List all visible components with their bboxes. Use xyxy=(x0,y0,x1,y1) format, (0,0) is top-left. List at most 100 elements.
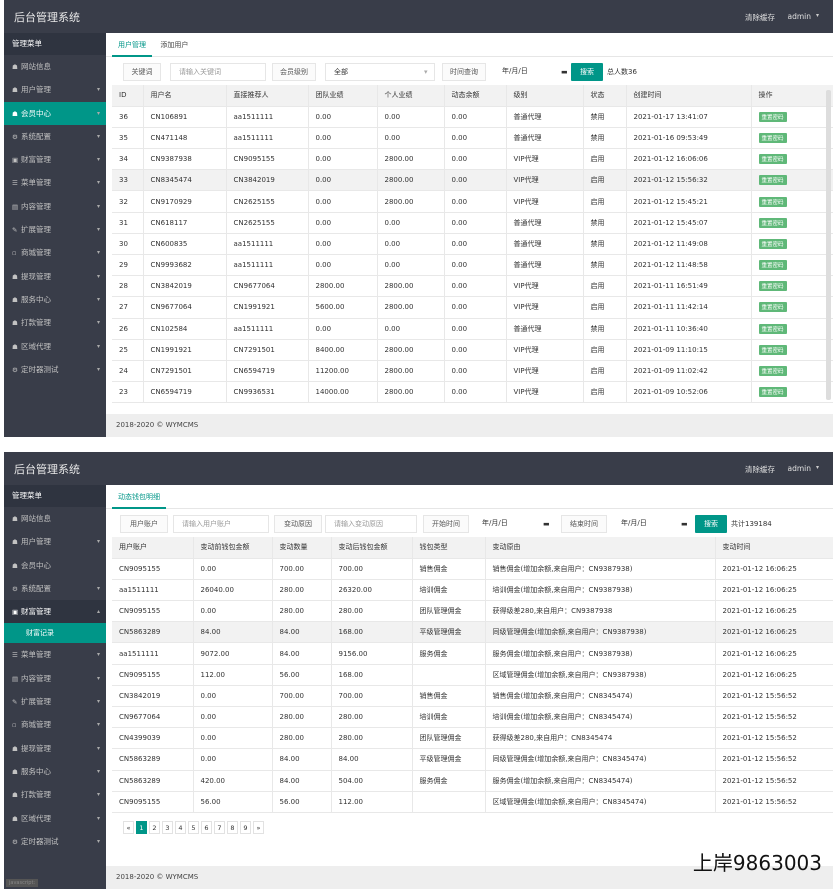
sidebar-item[interactable]: ☗ 区域代理 ▾ xyxy=(4,807,106,830)
reset-password-button[interactable]: 重置密码 xyxy=(758,387,787,398)
table-cell: 0.00 xyxy=(307,233,377,256)
sidebar-item[interactable]: ☗ 会员中心 xyxy=(4,554,106,577)
table-row: 24 CN7291501 CN6594719 11200.00 2800.00 0.00 V… xyxy=(112,360,833,383)
search-button[interactable]: 搜索 xyxy=(571,63,603,81)
sidebar-item[interactable]: ☗ 用户管理 ▾ xyxy=(4,530,106,553)
table-cell: 28 xyxy=(112,275,143,298)
table-cell: 普通代理 xyxy=(505,318,583,340)
table-cell: 23 xyxy=(112,381,143,404)
reset-password-button[interactable]: 重置密码 xyxy=(758,281,787,292)
sidebar-item[interactable]: ☗ 服务中心 ▾ xyxy=(4,288,106,311)
sidebar-item[interactable]: ▤ 内容管理 ▾ xyxy=(4,667,106,690)
end-date-input[interactable]: 年/月/日 xyxy=(613,515,687,533)
sidebar-item[interactable]: ☗ 区域代理 ▾ xyxy=(4,335,106,358)
page-button[interactable]: 4 xyxy=(175,820,186,834)
reset-password-button[interactable]: 重置密码 xyxy=(758,238,787,249)
sidebar-item[interactable]: ✎ 扩展管理 ▾ xyxy=(4,218,106,241)
sidebar-item[interactable]: ⚙ 系统配置 ▾ xyxy=(4,125,106,148)
reset-password-button[interactable]: 重置密码 xyxy=(758,260,787,271)
date-input[interactable]: 年/月/日 xyxy=(494,63,570,81)
table-cell: 服务佣金 xyxy=(411,770,485,792)
chevron-icon: ▾ xyxy=(96,249,100,257)
reset-password-button[interactable]: 重置密码 xyxy=(758,323,787,334)
sidebar-item[interactable]: ☗ 提现管理 ▾ xyxy=(4,737,106,760)
clear-cache-link[interactable]: 清除缓存 xyxy=(745,464,775,475)
reset-password-button[interactable]: 重置密码 xyxy=(758,344,787,355)
sidebar-item-label: 用户管理 xyxy=(21,85,51,95)
sidebar-item[interactable]: ▫ 商城管理 ▾ xyxy=(4,713,106,736)
account-input[interactable]: 请输入用户账户 xyxy=(173,515,269,533)
reset-password-button[interactable]: 重置密码 xyxy=(758,217,787,228)
keyword-input[interactable]: 请输入关键词 xyxy=(170,63,266,81)
reset-password-button[interactable]: 重置密码 xyxy=(758,111,787,122)
table-cell: CN3842019 xyxy=(225,169,308,192)
calendar-icon[interactable]: ▬ xyxy=(681,515,688,533)
menu-icon: ☗ xyxy=(12,86,18,95)
table-cell: 2800.00 xyxy=(376,169,444,192)
sidebar-item[interactable]: ☗ 网站信息 xyxy=(4,507,106,530)
page-button[interactable]: 8 xyxy=(227,820,238,834)
user-menu[interactable]: admin xyxy=(788,464,812,473)
table-cell: 0.00 xyxy=(443,190,506,213)
page-button[interactable]: 6 xyxy=(201,820,212,834)
scrollbar[interactable] xyxy=(826,90,831,400)
chevron-down-icon[interactable]: ▾ xyxy=(816,12,819,19)
table-cell: VIP代理 xyxy=(505,148,583,171)
sidebar-item-label: 打款管理 xyxy=(21,790,51,800)
table-cell: 0.00 xyxy=(443,148,506,171)
search-button[interactable]: 搜索 xyxy=(695,515,727,533)
page-button[interactable]: 9 xyxy=(240,820,251,834)
reset-password-button[interactable]: 重置密码 xyxy=(758,196,787,207)
reason-input[interactable]: 请输入变动原因 xyxy=(325,515,417,533)
table-cell: 25 xyxy=(112,339,143,361)
sidebar-header: 管理菜单 xyxy=(4,485,106,507)
sidebar-item[interactable]: ☗ 用户管理 ▾ xyxy=(4,78,106,101)
table-cell: 启用 xyxy=(582,148,626,171)
reset-password-button[interactable]: 重置密码 xyxy=(758,302,787,313)
sidebar-item[interactable]: ▣ 财富管理 ▾ xyxy=(4,148,106,171)
sidebar-item[interactable]: ☗ 打款管理 ▾ xyxy=(4,783,106,806)
reset-password-button[interactable]: 重置密码 xyxy=(758,132,787,143)
page-button[interactable]: 2 xyxy=(149,820,160,834)
page-button[interactable]: 3 xyxy=(162,820,173,834)
sidebar-item[interactable]: ▫ 商城管理 ▾ xyxy=(4,241,106,264)
tab-add-user[interactable]: 添加用户 xyxy=(154,33,194,57)
sidebar-item[interactable]: ☗ 提现管理 ▾ xyxy=(4,265,106,288)
sidebar-item[interactable]: ☗ 服务中心 ▾ xyxy=(4,760,106,783)
sidebar-item[interactable]: ☗ 会员中心 ▾ xyxy=(4,101,106,125)
page-button[interactable]: 5 xyxy=(188,820,199,834)
level-select[interactable]: 全部 xyxy=(325,63,435,81)
sidebar-item[interactable]: ▤ 内容管理 ▾ xyxy=(4,195,106,218)
sidebar-item[interactable]: ☰ 菜单管理 ▾ xyxy=(4,171,106,194)
sidebar-item[interactable]: ☗ 打款管理 ▾ xyxy=(4,311,106,334)
chevron-down-icon[interactable]: ▾ xyxy=(816,464,819,471)
sidebar-item[interactable]: ⚙ 系统配置 ▾ xyxy=(4,577,106,600)
calendar-icon[interactable]: ▬ xyxy=(543,515,550,533)
sidebar-item[interactable]: ✎ 扩展管理 ▾ xyxy=(4,690,106,713)
user-menu[interactable]: admin xyxy=(788,12,812,21)
table-cell: 平级管理佣金 xyxy=(411,748,485,771)
reset-password-button[interactable]: 重置密码 xyxy=(758,154,787,165)
reset-password-button[interactable]: 重置密码 xyxy=(758,175,787,186)
page-button[interactable]: 7 xyxy=(214,820,225,834)
calendar-icon[interactable]: ▬ xyxy=(561,63,568,81)
table-cell: 重置密码 xyxy=(750,127,833,150)
table-cell: 重置密码 xyxy=(750,360,833,383)
app-title: 后台管理系统 xyxy=(14,463,80,476)
sidebar-item[interactable]: ☰ 菜单管理 ▾ xyxy=(4,643,106,666)
page-button[interactable]: » xyxy=(253,820,264,834)
tab-wallet-detail[interactable]: 动态钱包明细 xyxy=(112,485,166,509)
sidebar-item[interactable]: ☗ 网站信息 xyxy=(4,55,106,78)
sidebar-item[interactable]: ⚙ 定时器测试 ▾ xyxy=(4,830,106,853)
page-button[interactable]: 1 xyxy=(136,820,147,834)
sidebar-item[interactable]: ▣ 财富管理 ▴ xyxy=(4,600,106,624)
sidebar-item[interactable]: ⚙ 定时器测试 ▾ xyxy=(4,358,106,381)
tab-user-management[interactable]: 用户管理 xyxy=(112,33,152,57)
table-row: 32 CN9170929 CN2625155 0.00 2800.00 0.00 VIP代理… xyxy=(112,190,833,213)
reset-password-button[interactable]: 重置密码 xyxy=(758,366,787,377)
sidebar-subitem-wealth-records[interactable]: 财富记录 xyxy=(4,623,106,644)
clear-cache-link[interactable]: 清除缓存 xyxy=(745,12,775,23)
start-date-input[interactable]: 年/月/日 xyxy=(474,515,548,533)
page-button[interactable]: « xyxy=(123,820,134,834)
sidebar-item-label: 扩展管理 xyxy=(21,225,51,235)
